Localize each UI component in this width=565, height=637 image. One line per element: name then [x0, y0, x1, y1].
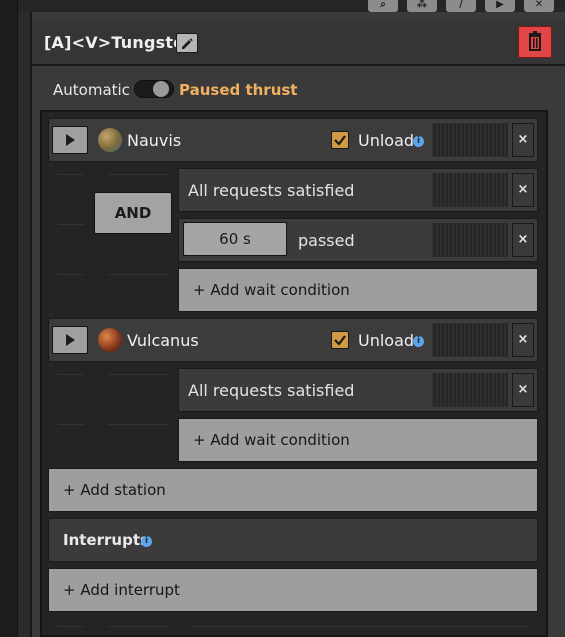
time-value-button[interactable]: 60 s: [183, 222, 287, 256]
progress-bar: [432, 173, 508, 207]
trash-icon: [529, 31, 541, 51]
grid-line: [58, 626, 84, 627]
unload-label: Unload: [358, 131, 415, 150]
play-icon: [66, 134, 75, 146]
info-icon: i: [141, 536, 152, 547]
progress-bar: [432, 123, 508, 157]
progress-bar: [432, 223, 508, 257]
grid-line: [58, 374, 84, 375]
go-to-station-button[interactable]: [52, 326, 88, 354]
play-icon: [66, 334, 75, 346]
checkmark-icon: [334, 335, 346, 346]
pencil-icon: [182, 38, 193, 49]
remove-condition-button[interactable]: ×: [512, 373, 534, 407]
grid-line: [58, 174, 84, 175]
unload-checkbox[interactable]: [331, 331, 349, 349]
add-station-button[interactable]: + Add station: [48, 468, 538, 512]
remove-station-button[interactable]: ×: [512, 123, 534, 157]
condition-text: All requests satisfied: [188, 381, 355, 400]
add-wait-condition-button[interactable]: + Add wait condition: [178, 268, 538, 312]
condition-text: passed: [298, 231, 355, 250]
delete-button[interactable]: [518, 26, 552, 58]
grid-line: [108, 174, 168, 175]
station-name: Nauvis: [127, 131, 182, 150]
remove-condition-button[interactable]: ×: [512, 173, 534, 207]
vulcanus-planet-icon: [98, 328, 122, 352]
unload-label: Unload: [358, 331, 415, 350]
edit-name-button[interactable]: [176, 33, 198, 53]
close-icon[interactable]: ✕: [524, 0, 554, 12]
progress-bar: [432, 373, 508, 407]
info-icon: i: [413, 336, 424, 347]
rename-icon[interactable]: /: [446, 0, 476, 12]
info-icon: i: [413, 136, 424, 147]
top-toolbar: [18, 0, 565, 12]
grid-line: [190, 626, 530, 627]
grid-line: [58, 424, 84, 425]
left-panel-edge: [0, 0, 18, 637]
grid-line: [108, 374, 168, 375]
interrupts-label: Interrupts: [63, 531, 149, 549]
search-icon[interactable]: ⌕: [368, 0, 398, 12]
station-name: Vulcanus: [127, 331, 199, 350]
grid-line: [108, 274, 168, 275]
remove-condition-button[interactable]: ×: [512, 223, 534, 257]
condition-text: All requests satisfied: [188, 181, 355, 200]
toggle-knob[interactable]: [153, 81, 169, 97]
go-to-station-button[interactable]: [52, 126, 88, 154]
add-wait-condition-button[interactable]: + Add wait condition: [178, 418, 538, 462]
grid-line: [108, 626, 168, 627]
checkmark-icon: [334, 135, 346, 146]
blueprint-icon[interactable]: ⁂: [407, 0, 437, 12]
nauvis-planet-icon: [98, 128, 122, 152]
status-text: Paused thrust: [179, 81, 298, 99]
play-icon[interactable]: ▶: [485, 0, 515, 12]
grid-line: [58, 224, 84, 225]
progress-bar: [432, 323, 508, 357]
and-or-button[interactable]: AND: [94, 192, 172, 234]
add-interrupt-button[interactable]: + Add interrupt: [48, 568, 538, 612]
unload-checkbox[interactable]: [331, 131, 349, 149]
remove-station-button[interactable]: ×: [512, 323, 534, 357]
automatic-label: Automatic: [53, 81, 130, 99]
grid-line: [58, 274, 84, 275]
page-title: [A]<V>Tungsten: [44, 33, 196, 52]
grid-line: [108, 424, 168, 425]
